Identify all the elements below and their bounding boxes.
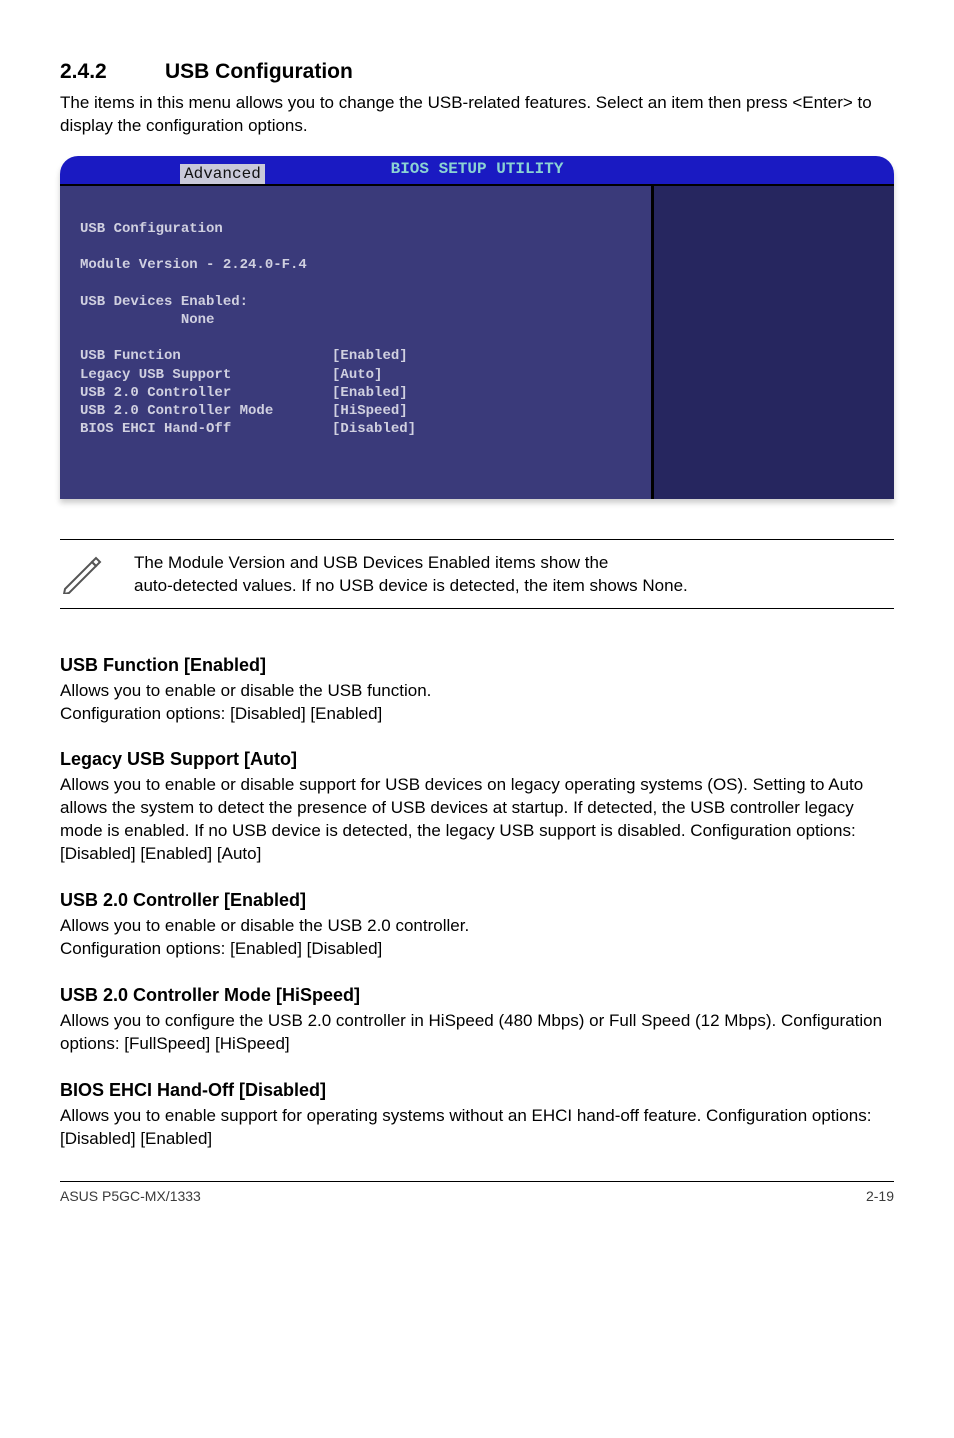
bios-devices-state: None	[181, 312, 215, 328]
bios-item-row: USB Function[Enabled]	[80, 347, 631, 365]
note-line2: auto-detected values. If no USB device i…	[134, 576, 688, 595]
subsection: USB Function [Enabled] Allows you to ena…	[60, 655, 894, 726]
footer-right: 2-19	[866, 1188, 894, 1204]
subsection: Legacy USB Support [Auto] Allows you to …	[60, 749, 894, 866]
bios-header: BIOS SETUP UTILITY Advanced	[60, 156, 894, 184]
pencil-icon	[60, 554, 104, 594]
bios-item-value: [HiSpeed]	[332, 402, 408, 420]
subsection-body: Allows you to configure the USB 2.0 cont…	[60, 1010, 894, 1056]
subsection-body: Allows you to enable or disable support …	[60, 774, 894, 866]
bios-config-header: USB Configuration	[80, 221, 223, 237]
section-intro: The items in this menu allows you to cha…	[60, 92, 894, 138]
subsection-heading: USB 2.0 Controller Mode [HiSpeed]	[60, 985, 894, 1006]
bios-content-panel: USB Configuration Module Version - 2.24.…	[60, 184, 654, 499]
subsection: USB 2.0 Controller [Enabled] Allows you …	[60, 890, 894, 961]
bios-item-row: USB 2.0 Controller[Enabled]	[80, 384, 631, 402]
note-callout: The Module Version and USB Devices Enabl…	[60, 539, 894, 609]
bios-item-row: Legacy USB Support[Auto]	[80, 366, 631, 384]
bios-item-label: USB Function	[80, 347, 332, 365]
bios-item-value: [Enabled]	[332, 347, 408, 365]
subsection: USB 2.0 Controller Mode [HiSpeed] Allows…	[60, 985, 894, 1056]
bios-item-value: [Enabled]	[332, 384, 408, 402]
bios-side-panel	[654, 184, 894, 499]
note-text: The Module Version and USB Devices Enabl…	[134, 552, 688, 598]
subsection: BIOS EHCI Hand-Off [Disabled] Allows you…	[60, 1080, 894, 1151]
bios-item-label: Legacy USB Support	[80, 366, 332, 384]
bios-item-label: BIOS EHCI Hand-Off	[80, 420, 332, 438]
bios-item-row: BIOS EHCI Hand-Off[Disabled]	[80, 420, 631, 438]
section-header: 2.4.2 USB Configuration	[60, 60, 894, 84]
bios-item-label: USB 2.0 Controller Mode	[80, 402, 332, 420]
bios-item-value: [Disabled]	[332, 420, 416, 438]
note-line1: The Module Version and USB Devices Enabl…	[134, 553, 608, 572]
bios-advanced-tab: Advanced	[180, 164, 265, 184]
section-title: USB Configuration	[165, 60, 353, 84]
subsection-body: Allows you to enable or disable the USB …	[60, 680, 894, 726]
bios-screenshot: BIOS SETUP UTILITY Advanced USB Configur…	[60, 156, 894, 499]
bios-module-version: Module Version - 2.24.0-F.4	[80, 257, 307, 273]
subsection-body: Allows you to enable or disable the USB …	[60, 915, 894, 961]
bios-body: USB Configuration Module Version - 2.24.…	[60, 184, 894, 499]
bios-devices-header: USB Devices Enabled:	[80, 294, 248, 310]
bios-item-label: USB 2.0 Controller	[80, 384, 332, 402]
bios-item-row: USB 2.0 Controller Mode[HiSpeed]	[80, 402, 631, 420]
subsection-heading: BIOS EHCI Hand-Off [Disabled]	[60, 1080, 894, 1101]
bios-header-title: BIOS SETUP UTILITY	[391, 160, 564, 178]
footer-left: ASUS P5GC-MX/1333	[60, 1188, 201, 1204]
subsection-body: Allows you to enable support for operati…	[60, 1105, 894, 1151]
page-footer: ASUS P5GC-MX/1333 2-19	[60, 1181, 894, 1204]
subsection-heading: Legacy USB Support [Auto]	[60, 749, 894, 770]
subsection-heading: USB Function [Enabled]	[60, 655, 894, 676]
subsection-heading: USB 2.0 Controller [Enabled]	[60, 890, 894, 911]
bios-item-value: [Auto]	[332, 366, 382, 384]
section-number: 2.4.2	[60, 60, 165, 84]
